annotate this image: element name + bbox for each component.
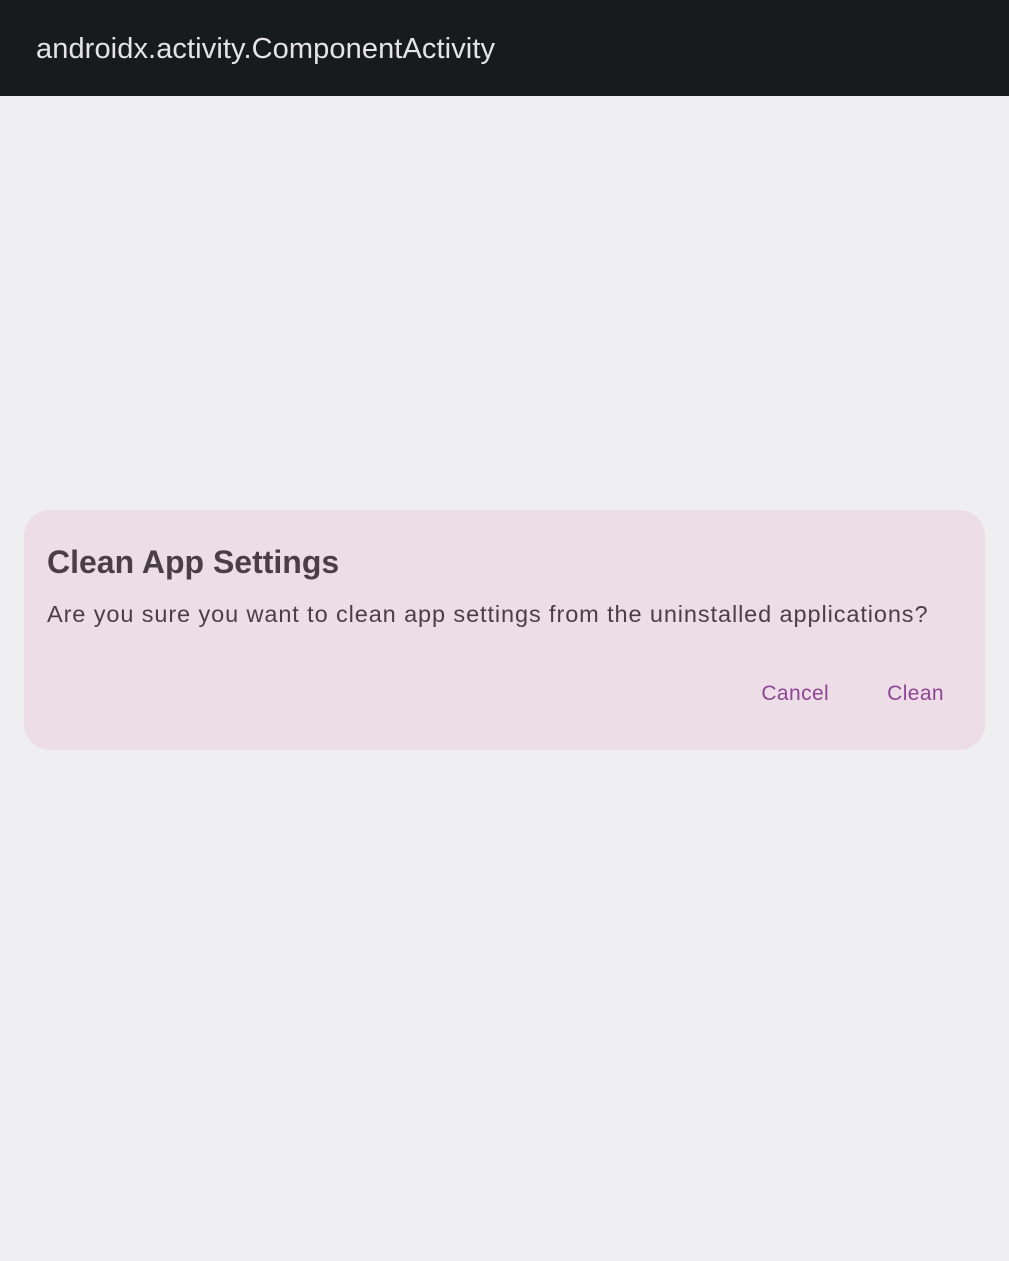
dialog-actions: Cancel Clean (739, 670, 966, 718)
cancel-button[interactable]: Cancel (739, 670, 851, 718)
clean-settings-dialog: Clean App Settings Are you sure you want… (24, 510, 985, 750)
clean-button[interactable]: Clean (865, 670, 966, 718)
app-bar: androidx.activity.ComponentActivity (0, 0, 1009, 96)
app-bar-title: androidx.activity.ComponentActivity (36, 32, 496, 65)
dialog-title: Clean App Settings (47, 544, 340, 580)
dialog-message: Are you sure you want to clean app setti… (47, 601, 929, 627)
